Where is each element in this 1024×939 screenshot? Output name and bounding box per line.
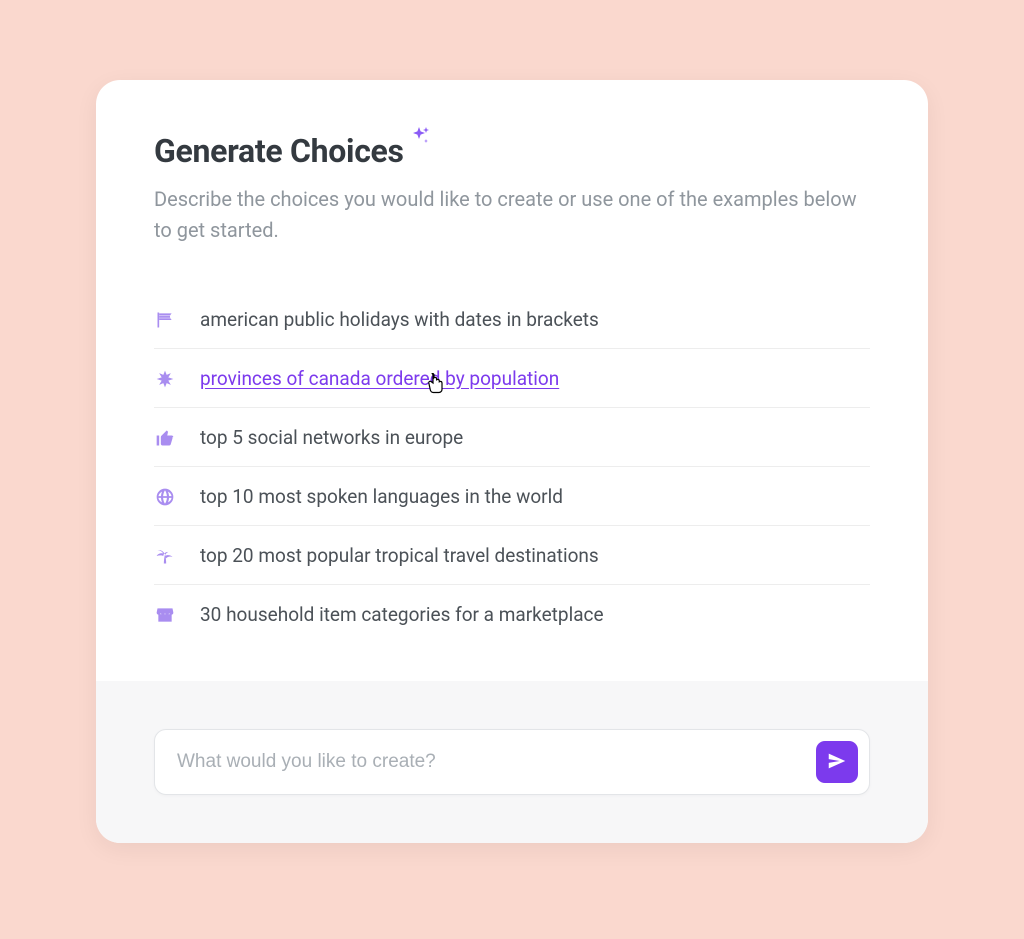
example-item[interactable]: 30 household item categories for a marke… — [154, 585, 870, 643]
example-label: provinces of canada ordered by populatio… — [200, 367, 559, 390]
example-item[interactable]: top 10 most spoken languages in the worl… — [154, 467, 870, 526]
palm-tree-icon — [154, 545, 176, 567]
example-item[interactable]: top 5 social networks in europe — [154, 408, 870, 467]
generate-choices-card: Generate Choices Describe the choices yo… — [96, 80, 928, 843]
example-item[interactable]: top 20 most popular tropical travel dest… — [154, 526, 870, 585]
globe-icon — [154, 486, 176, 508]
example-label: top 20 most popular tropical travel dest… — [200, 544, 599, 567]
example-label: american public holidays with dates in b… — [200, 308, 599, 331]
example-label: 30 household item categories for a marke… — [200, 603, 604, 626]
title-row: Generate Choices — [154, 132, 870, 170]
send-button[interactable] — [816, 741, 858, 783]
input-wrap — [154, 729, 870, 795]
card-content: Generate Choices Describe the choices yo… — [96, 80, 928, 681]
sparkle-icon — [407, 125, 431, 153]
example-label: top 5 social networks in europe — [200, 426, 463, 449]
input-zone — [96, 681, 928, 843]
example-label: top 10 most spoken languages in the worl… — [200, 485, 563, 508]
page-subtitle: Describe the choices you would like to c… — [154, 184, 870, 246]
splat-icon — [154, 368, 176, 390]
flag-icon — [154, 309, 176, 331]
example-item[interactable]: american public holidays with dates in b… — [154, 290, 870, 349]
store-icon — [154, 604, 176, 626]
send-icon — [826, 750, 848, 775]
page-title: Generate Choices — [154, 132, 404, 170]
thumbs-up-icon — [154, 427, 176, 449]
prompt-input[interactable] — [154, 729, 870, 795]
example-item[interactable]: provinces of canada ordered by populatio… — [154, 349, 870, 408]
examples-list: american public holidays with dates in b… — [154, 290, 870, 643]
